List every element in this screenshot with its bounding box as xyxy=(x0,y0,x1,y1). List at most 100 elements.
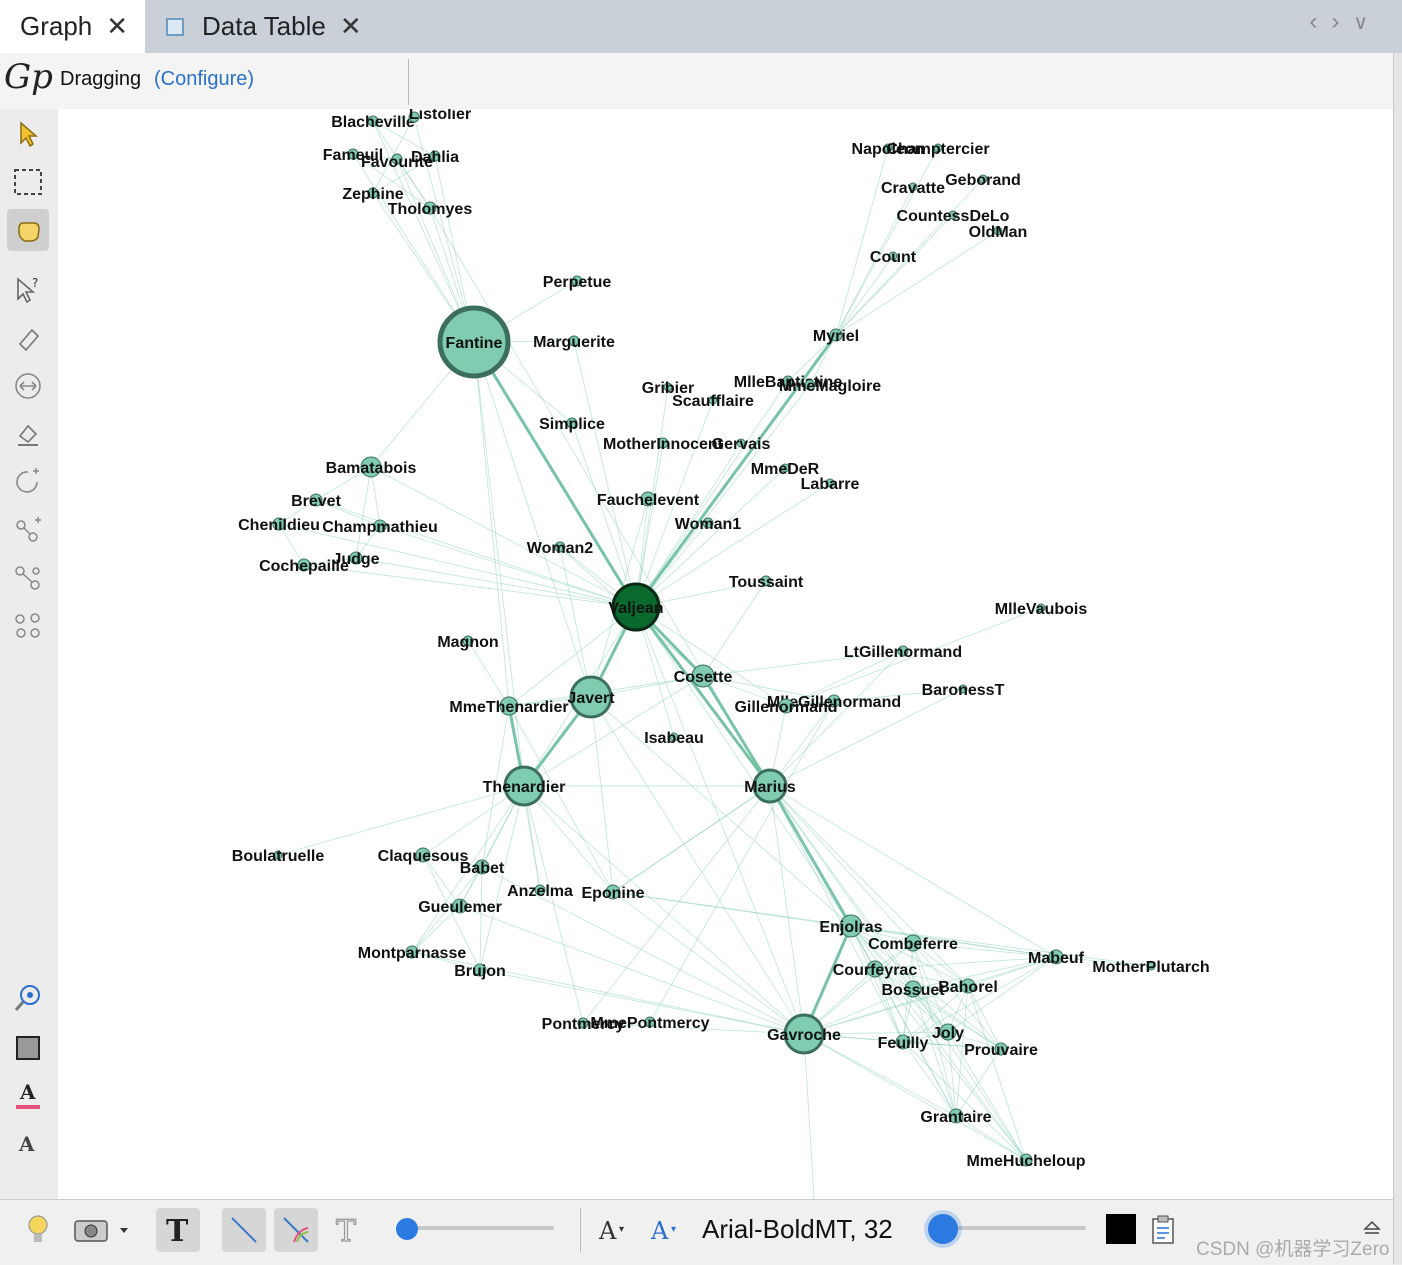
graph-node[interactable]: Count xyxy=(870,249,917,266)
graph-node[interactable]: Bamatabois xyxy=(326,456,417,478)
graph-node[interactable]: Champmathieu xyxy=(322,519,438,536)
graph-node[interactable]: MmePontmercy xyxy=(590,1015,709,1032)
graph-node[interactable]: Grantaire xyxy=(920,1108,992,1126)
graph-node[interactable]: Listolier xyxy=(408,109,471,123)
show-edges-icon[interactable] xyxy=(222,1208,266,1252)
graph-node[interactable]: Feuilly xyxy=(878,1034,929,1052)
graph-node[interactable]: Gueulemer xyxy=(418,898,502,916)
show-edge-labels-icon[interactable]: T xyxy=(326,1208,370,1252)
graph-node[interactable]: Eponine xyxy=(581,884,645,902)
graph-node[interactable]: OldMan xyxy=(969,224,1028,241)
graph-node[interactable]: Anzelma xyxy=(507,883,573,900)
graph-node[interactable]: Magnon xyxy=(437,634,498,651)
painter-icon[interactable] xyxy=(7,317,49,359)
graph-node[interactable]: Scaufflaire xyxy=(672,393,754,410)
graph-node[interactable]: Thenardier xyxy=(483,765,566,807)
graph-node[interactable]: Brevet xyxy=(291,493,341,510)
edge-font-icon[interactable]: A ▾ xyxy=(648,1208,684,1252)
show-node-labels-icon[interactable]: T xyxy=(156,1208,200,1252)
bucket-fill-icon[interactable] xyxy=(7,413,49,455)
graph-node[interactable]: Bossuet xyxy=(881,980,945,999)
graph-node[interactable]: Mabeuf xyxy=(1028,949,1085,967)
graph-network[interactable]: Fantine Valjean Javert Thenardier Marius Gavr… xyxy=(58,109,1393,1199)
graph-node[interactable]: Gervais xyxy=(712,436,771,453)
graph-node[interactable]: Champtercier xyxy=(886,141,989,158)
graph-node[interactable]: Geborand xyxy=(945,172,1021,189)
graph-node[interactable]: Enjolras xyxy=(819,914,883,938)
select-pointer-icon[interactable] xyxy=(7,113,49,155)
tab-prev-icon[interactable]: ‹ xyxy=(1309,8,1331,35)
lightbulb-icon[interactable] xyxy=(18,1208,58,1252)
edit-pointer-icon[interactable]: ? xyxy=(7,269,49,311)
node-label-color-icon[interactable]: A xyxy=(7,1075,49,1117)
graph-node[interactable]: Courfeyrac xyxy=(833,960,918,979)
rotate-icon[interactable] xyxy=(7,461,49,503)
zoom-magnifier-icon[interactable] xyxy=(7,977,49,1019)
label-size-slider-track[interactable] xyxy=(936,1226,1086,1230)
sizer-icon[interactable] xyxy=(7,365,49,407)
graph-node[interactable]: MlleVaubois xyxy=(995,601,1088,618)
graph-node[interactable]: Montparnasse xyxy=(358,945,467,962)
graph-node[interactable]: Gillenormand xyxy=(734,698,838,716)
label-size-slider-knob[interactable] xyxy=(928,1214,958,1244)
graph-node[interactable]: Isabeau xyxy=(644,730,704,747)
graph-canvas[interactable]: Fantine Valjean Javert Thenardier Marius Gavr… xyxy=(58,109,1393,1199)
expand-panel-icon[interactable] xyxy=(1362,1218,1382,1241)
graph-node[interactable]: Labarre xyxy=(801,476,860,493)
background-color-icon[interactable] xyxy=(7,1027,49,1069)
tab-data-table-close-icon[interactable]: ✕ xyxy=(340,11,362,42)
graph-node[interactable]: Fauchelevent xyxy=(597,491,700,509)
font-name-label[interactable]: Arial-BoldMT, 32 xyxy=(702,1214,893,1245)
graph-node[interactable]: Woman2 xyxy=(527,540,593,557)
graph-node[interactable]: Javert xyxy=(567,675,615,719)
graph-node[interactable]: LtGillenormand xyxy=(844,644,962,661)
graph-node[interactable]: MotherInnocent xyxy=(603,436,724,453)
edge-weight-slider-track[interactable] xyxy=(400,1226,554,1230)
graph-node[interactable]: Dahlia xyxy=(411,149,459,166)
graph-node[interactable]: BaronessT xyxy=(922,682,1005,699)
graph-node[interactable]: MotherPlutarch xyxy=(1092,959,1209,976)
graph-node[interactable]: MmeThenardier xyxy=(449,696,569,716)
graph-node[interactable]: Boulatruelle xyxy=(232,848,325,865)
graph-node[interactable]: Judge xyxy=(332,551,379,568)
tab-data-table[interactable]: Data Table ✕ xyxy=(148,0,378,53)
graph-node[interactable]: Toussaint xyxy=(729,574,804,591)
clipboard-settings-icon[interactable] xyxy=(1144,1208,1184,1252)
graph-node[interactable]: Babet xyxy=(460,859,505,877)
graph-node[interactable]: Bahorel xyxy=(938,978,998,996)
graph-node[interactable]: Claquesous xyxy=(378,847,469,865)
label-font-icon[interactable]: A xyxy=(7,1123,49,1165)
graph-node[interactable]: Tholomyes xyxy=(388,201,473,218)
add-node-icon[interactable] xyxy=(7,509,49,551)
tab-list-chevron-down-icon[interactable]: ∨ xyxy=(1353,12,1382,34)
edge-weight-slider-knob[interactable] xyxy=(396,1218,418,1240)
graph-node[interactable]: CountessDeLo xyxy=(897,208,1010,225)
shortest-path-icon[interactable] xyxy=(7,605,49,647)
graph-node[interactable]: Perpetue xyxy=(543,274,612,291)
graph-node[interactable]: Combeferre xyxy=(868,934,958,953)
graph-node[interactable]: Joly xyxy=(932,1023,964,1042)
add-edge-icon[interactable] xyxy=(7,557,49,599)
drag-hand-icon[interactable] xyxy=(7,209,49,251)
graph-node[interactable]: Simplice xyxy=(539,416,605,433)
graph-node[interactable]: Fantine xyxy=(437,305,511,379)
graph-node[interactable]: Blacheville xyxy=(331,114,415,131)
graph-node[interactable]: Chenildieu xyxy=(238,517,320,534)
tab-graph[interactable]: Graph ✕ xyxy=(0,0,145,55)
graph-node[interactable]: MmeMagloire xyxy=(779,378,881,395)
edge-color-rainbow-icon[interactable] xyxy=(274,1208,318,1252)
rectangle-select-icon[interactable] xyxy=(7,161,49,203)
graph-node[interactable]: Brujon xyxy=(454,963,506,980)
graph-node[interactable]: Myriel xyxy=(813,328,859,345)
graph-node[interactable]: Cravatte xyxy=(881,180,945,197)
graph-node[interactable]: Prouvaire xyxy=(964,1042,1038,1059)
configure-link[interactable]: (Configure) xyxy=(154,68,254,91)
tab-next-icon[interactable]: › xyxy=(1331,8,1353,35)
tab-graph-close-icon[interactable]: ✕ xyxy=(106,11,128,42)
graph-node[interactable]: Cosette xyxy=(674,664,733,688)
graph-node[interactable]: Marguerite xyxy=(533,334,615,351)
node-font-icon[interactable]: A ▾ xyxy=(596,1208,632,1252)
label-color-swatch[interactable] xyxy=(1106,1214,1136,1244)
graph-node[interactable]: MmeHucheloup xyxy=(966,1153,1085,1170)
graph-node[interactable]: Woman1 xyxy=(675,516,741,533)
